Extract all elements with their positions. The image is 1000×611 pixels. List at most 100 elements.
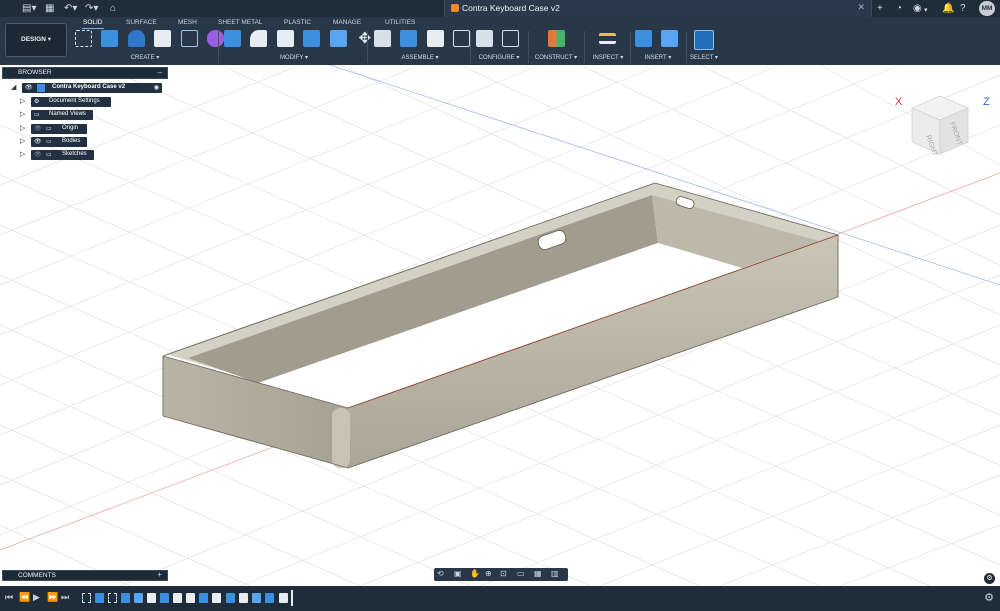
form-icon[interactable] — [207, 30, 225, 47]
go-to-end-icon[interactable]: ⏭ — [61, 592, 69, 603]
rectangle-pattern-icon[interactable] — [180, 30, 198, 47]
fillet-icon[interactable] — [250, 30, 268, 47]
notifications-icon[interactable]: 🔔 — [942, 2, 954, 15]
expand-arrow-icon[interactable]: ◢ — [11, 83, 16, 91]
combine-icon[interactable] — [303, 30, 321, 47]
inspect-menu[interactable]: INSPECT ▾ — [590, 54, 626, 61]
tab-manage[interactable]: MANAGE — [333, 19, 361, 26]
eye-hidden-icon[interactable]: 👁 — [34, 125, 42, 132]
offset-face-icon[interactable] — [329, 30, 347, 47]
insert-derive-icon[interactable] — [635, 30, 652, 47]
timeline-fillet-icon[interactable] — [212, 593, 221, 603]
timeline-extrude-icon[interactable] — [160, 593, 169, 603]
joint-icon[interactable] — [400, 30, 418, 47]
eye-icon[interactable]: 👁 — [34, 138, 42, 145]
zoom-icon[interactable]: ⊕ — [485, 569, 492, 578]
file-menu-icon[interactable]: ▤▾ — [22, 2, 36, 15]
measure-icon[interactable] — [599, 33, 616, 44]
timeline-sketch-icon[interactable] — [108, 593, 117, 603]
new-component-icon[interactable] — [374, 30, 391, 47]
tree-item-named-views[interactable]: ▷ ▭ Named Views — [20, 110, 120, 120]
expand-arrow-icon[interactable]: ▷ — [20, 97, 25, 105]
document-tab[interactable]: Contra Keyboard Case v2 ✕ — [444, 0, 872, 17]
eye-icon[interactable]: 👁 — [25, 84, 33, 91]
tab-surface[interactable]: SURFACE — [126, 19, 157, 26]
tree-item-sketches[interactable]: ▷ 👁 ▭ Sketches — [20, 150, 120, 160]
assemble-menu[interactable]: ASSEMBLE ▾ — [374, 54, 466, 61]
timeline-sketch-icon[interactable] — [82, 593, 91, 603]
comments-panel[interactable]: COMMENTS + — [2, 570, 168, 581]
gear-icon[interactable]: ⚙ — [984, 591, 994, 604]
press-pull-icon[interactable] — [224, 30, 241, 47]
tree-root-node[interactable]: 👁 Contra Keyboard Case v2 ◉ — [22, 83, 162, 93]
tab-solid[interactable]: SOLID — [83, 19, 103, 26]
tree-item-bodies[interactable]: ▷ 👁 ▭ Bodies — [20, 137, 120, 147]
look-at-icon[interactable]: ▣ — [454, 569, 462, 578]
play-icon[interactable]: ▶ — [33, 592, 40, 603]
tab-utilities[interactable]: UTILITIES — [385, 19, 415, 26]
tab-sheet-metal[interactable]: SHEET METAL — [218, 19, 263, 26]
timeline-fillet-icon[interactable] — [279, 593, 288, 603]
display-settings-icon[interactable]: ▭ — [517, 569, 525, 578]
timeline-extrude-icon[interactable] — [265, 593, 274, 603]
browser-collapse-button[interactable]: – — [158, 68, 162, 77]
insert-menu[interactable]: INSERT ▾ — [635, 54, 681, 61]
fit-icon[interactable]: ⊡ — [500, 569, 507, 578]
create-menu[interactable]: CREATE ▾ — [75, 54, 215, 61]
timeline-extrude-icon[interactable] — [121, 593, 130, 603]
expand-arrow-icon[interactable]: ▷ — [20, 150, 25, 158]
redo-icon[interactable]: ↷▾ — [85, 2, 98, 15]
timeline-fillet-icon[interactable] — [239, 593, 248, 603]
tab-mesh[interactable]: MESH — [178, 19, 197, 26]
go-to-start-icon[interactable]: ⏮ — [5, 592, 13, 603]
canvas-icon[interactable] — [661, 30, 679, 47]
modify-menu[interactable]: MODIFY ▾ — [224, 54, 364, 61]
viewcube-shape[interactable]: RIGHT FRONT — [890, 88, 980, 158]
timeline-extrude-icon[interactable] — [134, 593, 143, 603]
job-status-icon[interactable]: ◔ — [896, 2, 902, 15]
timeline-fillet-icon[interactable] — [186, 593, 195, 603]
select-icon[interactable] — [694, 30, 714, 50]
undo-icon[interactable]: ↶▾ — [64, 2, 77, 15]
orbit-icon[interactable]: ⟲ — [437, 569, 444, 578]
step-back-icon[interactable]: ⏪ — [19, 592, 30, 603]
expand-arrow-icon[interactable]: ▷ — [20, 137, 25, 145]
timeline-extrude-icon[interactable] — [226, 593, 235, 603]
timeline-marker[interactable] — [291, 590, 293, 606]
extrude-icon[interactable] — [101, 30, 119, 47]
construct-menu[interactable]: CONSTRUCT ▾ — [532, 54, 580, 61]
create-sketch-icon[interactable] — [75, 30, 92, 47]
joint-origin-icon[interactable] — [453, 30, 471, 47]
timeline-extrude-icon[interactable] — [199, 593, 208, 603]
grid-settings-icon[interactable]: ▦ — [534, 569, 542, 578]
viewports-icon[interactable]: ▥ — [551, 569, 559, 578]
home-icon[interactable]: ⌂ — [110, 2, 116, 15]
timeline-extrude-icon[interactable] — [252, 593, 261, 603]
avatar[interactable]: MM — [979, 1, 995, 16]
configure-menu[interactable]: CONFIGURE ▾ — [476, 54, 522, 61]
viewport-settings-icon[interactable]: ⚙ — [984, 573, 995, 584]
timeline-extrude-icon[interactable] — [95, 593, 104, 603]
close-icon[interactable]: ✕ — [857, 2, 865, 13]
extensions-icon[interactable]: ◉ — [913, 2, 922, 15]
workspace-switcher[interactable]: DESIGN ▾ — [5, 23, 67, 57]
tree-root[interactable]: ◢ 👁 Contra Keyboard Case v2 ◉ — [11, 83, 171, 93]
revolve-icon[interactable] — [127, 30, 145, 47]
browser-panel[interactable]: BROWSER – — [2, 67, 168, 79]
expand-arrow-icon[interactable]: ▷ — [20, 124, 25, 132]
help-icon[interactable]: ? — [960, 2, 966, 15]
data-panel-icon[interactable]: ▦ — [45, 2, 54, 15]
pan-icon[interactable]: ✋ — [470, 569, 480, 578]
new-tab-icon[interactable]: + — [877, 2, 883, 15]
tree-item-origin[interactable]: ▷ 👁 ▭ Origin — [20, 124, 120, 134]
as-built-joint-icon[interactable] — [426, 30, 444, 47]
activate-radio-icon[interactable]: ◉ — [154, 84, 159, 91]
timeline-fillet-icon[interactable] — [147, 593, 156, 603]
tree-item-document-settings[interactable]: ▷ ⚙ Document Settings — [20, 97, 120, 107]
canvas-viewport[interactable] — [0, 65, 1000, 586]
select-menu[interactable]: SELECT ▾ — [690, 54, 718, 61]
eye-hidden-icon[interactable]: 👁 — [34, 151, 42, 158]
offset-plane-icon[interactable] — [548, 30, 565, 47]
timeline-fillet-icon[interactable] — [173, 593, 182, 603]
expand-arrow-icon[interactable]: ▷ — [20, 110, 25, 118]
